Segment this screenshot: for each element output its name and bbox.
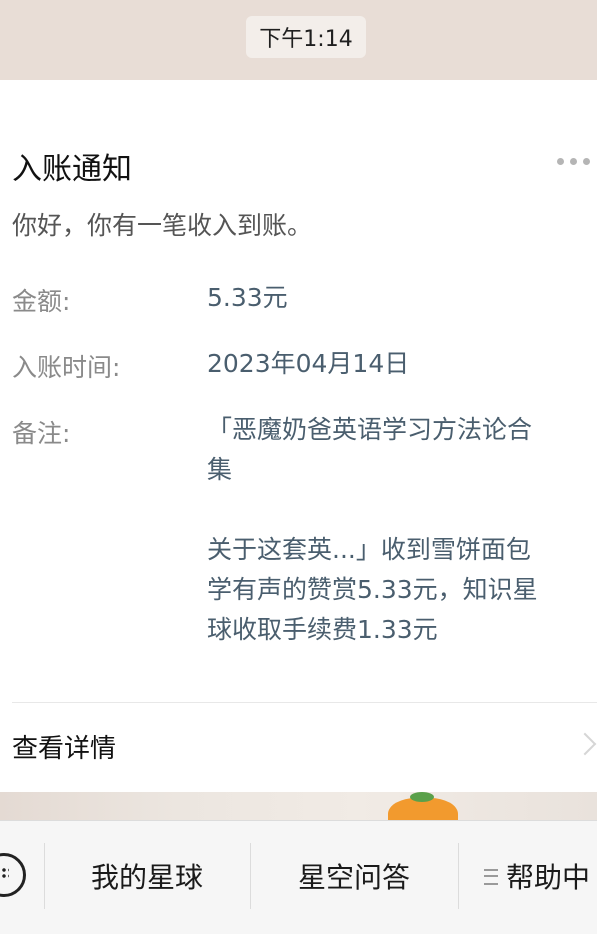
- note-line: [207, 490, 597, 530]
- timestamp-pill: 下午1:14: [246, 16, 366, 58]
- notice-title: 入账通知: [12, 152, 132, 187]
- tab-label: 星空问答: [297, 861, 410, 894]
- tab-label: 我的星球: [90, 861, 203, 894]
- note-line: 集: [207, 455, 233, 484]
- tab-divider: [458, 843, 459, 909]
- greeting-text: 你好，你有一笔收入到账。: [12, 211, 313, 240]
- note-line: 「恶魔奶爸英语学习方法论合: [207, 415, 533, 444]
- note-line: 球收取手续费1.33元: [207, 615, 438, 644]
- amount-label: 金额:: [12, 287, 71, 316]
- note-value: 「恶魔奶爸英语学习方法论合 集 关于这套英...」收到雪饼面包 学有声的赞赏5.…: [207, 410, 597, 650]
- view-details-link[interactable]: 查看详情: [12, 728, 116, 765]
- divider: [12, 702, 597, 703]
- tab-help[interactable]: 帮助中: [506, 845, 597, 907]
- time-value: 2023年04月14日: [207, 349, 410, 378]
- chevron-right-icon[interactable]: [573, 732, 597, 756]
- background-image-strip: [0, 792, 597, 820]
- bottom-menu-bar: 我的星球 星空问答 帮助中: [0, 820, 597, 934]
- keyboard-icon[interactable]: [0, 853, 26, 897]
- tab-label: 帮助中: [506, 861, 591, 894]
- note-line: 学有声的赞赏5.33元，知识星: [207, 575, 538, 604]
- notification-card: 入账通知 你好，你有一笔收入到账。 金额: 5.33元 入账时间: 2023年0…: [0, 80, 597, 792]
- timestamp: 下午1:14: [259, 27, 353, 52]
- tab-qa[interactable]: 星空问答: [250, 845, 458, 907]
- background-decoration: [410, 792, 434, 802]
- more-icon[interactable]: [557, 158, 597, 166]
- note-label: 备注:: [12, 419, 71, 448]
- amount-value: 5.33元: [207, 283, 288, 312]
- tab-my-planet[interactable]: 我的星球: [44, 845, 250, 907]
- note-line: 关于这套英...」收到雪饼面包: [207, 535, 531, 564]
- time-label: 入账时间:: [12, 353, 121, 382]
- menu-icon: [484, 869, 498, 885]
